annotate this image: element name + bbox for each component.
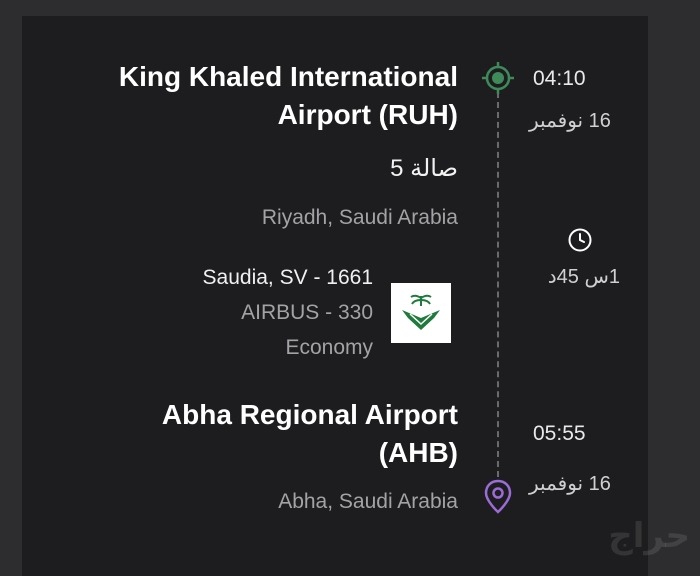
arrival-airport-line2: (AHB) — [378, 437, 458, 468]
arrival-time: 05:55 — [533, 422, 586, 445]
departure-date: 16 نوفمبر — [529, 110, 611, 132]
departure-terminal: صالة 5 — [390, 155, 458, 182]
flight-duration: 1س 45د — [547, 266, 620, 288]
aircraft-type: AIRBUS - 330 — [241, 301, 373, 324]
clock-icon — [566, 226, 594, 254]
arrival-airport-line1: Abha Regional Airport — [161, 399, 458, 430]
departure-time: 04:10 — [533, 67, 586, 90]
target-icon — [480, 60, 516, 96]
airline-flight-number: Saudia, SV - 1661 — [202, 266, 373, 289]
location-pin-icon — [483, 478, 513, 516]
haraj-watermark: حراج — [608, 517, 690, 555]
cabin-class: Economy — [285, 336, 373, 359]
departure-city: Riyadh, Saudi Arabia — [261, 206, 458, 229]
arrival-city: Abha, Saudi Arabia — [278, 490, 458, 513]
departure-airport-line1: King Khaled International — [118, 61, 458, 92]
saudia-logo — [391, 283, 451, 343]
arrival-date: 16 نوفمبر — [529, 473, 611, 495]
departure-airport-line2: Airport (RUH) — [277, 99, 458, 130]
timeline-line — [497, 92, 499, 477]
